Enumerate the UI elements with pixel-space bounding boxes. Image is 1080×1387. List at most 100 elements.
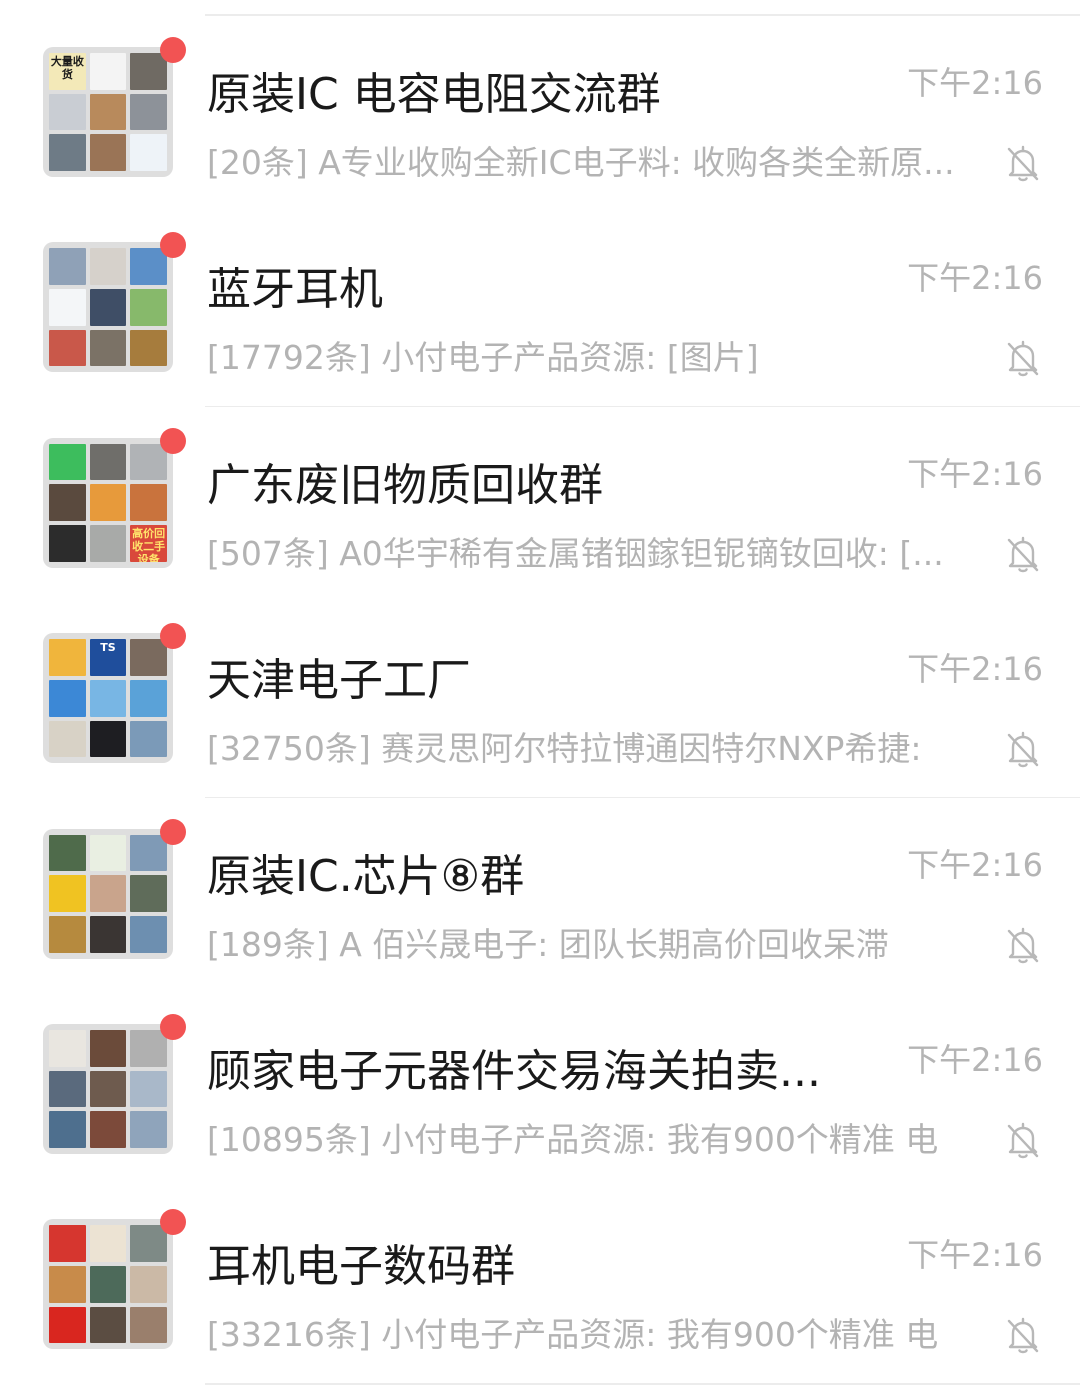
chat-list: 大量收货 原装IC 电容电阻交流群 下午2:16 [20条] A专业收购全新IC… (0, 0, 1080, 1387)
chat-list-item[interactable]: 大量收货 原装IC 电容电阻交流群 下午2:16 [20条] A专业收购全新IC… (0, 16, 1080, 213)
avatar-tile (130, 53, 167, 90)
bell-off-icon (1003, 1120, 1043, 1160)
avatar-tile (49, 525, 86, 562)
group-avatar[interactable]: 大量收货 (43, 37, 186, 177)
avatar-tile (49, 639, 86, 676)
avatar-tile (49, 1306, 86, 1344)
chat-preview: [10895条] 小付电子产品资源: 我有900个精准 电 (207, 1120, 939, 1159)
avatar-tile (49, 875, 86, 912)
unread-dot (160, 818, 186, 845)
avatar-tile (89, 1266, 127, 1303)
avatar-tile (130, 1306, 167, 1344)
avatar-tile (130, 484, 167, 522)
group-avatar-grid: 大量收货 (43, 47, 173, 177)
group-avatar-grid: TS (43, 633, 173, 764)
avatar-tile (49, 484, 86, 522)
chat-time: 下午2:16 (907, 845, 1043, 884)
avatar-tile-label: 大量收货 (50, 55, 84, 81)
group-avatar-grid (43, 828, 173, 959)
unread-dot (160, 232, 186, 259)
avatar-tile (130, 134, 167, 171)
avatar-tile (130, 1266, 167, 1303)
avatar-tile (49, 679, 86, 717)
avatar-tile (130, 329, 167, 367)
chat-list-item[interactable]: 蓝牙耳机 下午2:16 [17792条] 小付电子产品资源: [图片] (0, 211, 1080, 409)
avatar-tile (49, 443, 86, 481)
chat-preview: [189条] A 佰兴晟电子: 团队长期高价回收呆滞 (207, 924, 889, 964)
avatar-tile (89, 248, 127, 286)
avatar-tile (49, 1070, 86, 1108)
chat-time: 下午2:16 (907, 650, 1043, 689)
bell-off-icon (1003, 1315, 1043, 1355)
avatar-tile (49, 1030, 86, 1067)
avatar-tile-label: TS (100, 641, 116, 655)
avatar-tile (89, 1111, 127, 1148)
avatar-tile (89, 443, 127, 481)
chat-preview: [507条] A0华宇稀有金属锗铟鎵钽铌镝钕回收: [... (207, 533, 944, 573)
avatar-tile (130, 915, 167, 953)
avatar-tile (89, 53, 127, 90)
chat-name: 蓝牙耳机 (207, 264, 383, 316)
unread-dot (160, 623, 186, 650)
avatar-tile (130, 875, 167, 912)
chat-name: 耳机电子数码群 (207, 1241, 515, 1293)
avatar-tile (89, 525, 127, 562)
chat-list-item[interactable]: 原装IC.芯片⑧群 下午2:16 [189条] A 佰兴晟电子: 团队长期高价回… (0, 797, 1080, 995)
group-avatar-grid (43, 1219, 173, 1350)
avatar-tile: 大量收货 (49, 53, 86, 90)
avatar-tile (89, 289, 127, 326)
avatar-tile (89, 1225, 127, 1263)
avatar-tile: TS (89, 639, 127, 676)
avatar-tile-label: 高价回收二手设备 (132, 527, 166, 562)
group-avatar[interactable] (43, 1209, 186, 1350)
avatar-tile (130, 248, 167, 286)
avatar-tile (49, 915, 86, 953)
chat-preview: [32750条] 赛灵思阿尔特拉博通因特尔NXP希捷: (207, 729, 922, 769)
group-avatar[interactable] (43, 232, 186, 373)
avatar-tile (130, 639, 167, 676)
avatar-tile (89, 1306, 127, 1344)
bell-off-icon (1003, 729, 1043, 769)
bell-off-icon (1003, 338, 1043, 378)
avatar-tile (130, 443, 167, 481)
chat-name: 原装IC.芯片⑧群 (207, 850, 525, 902)
avatar-tile (89, 93, 127, 131)
group-avatar[interactable]: TS (43, 623, 186, 764)
avatar-tile (89, 484, 127, 522)
avatar-tile (130, 720, 167, 758)
group-avatar[interactable] (43, 818, 186, 959)
chat-list-item[interactable]: 耳机电子数码群 下午2:16 [33216条] 小付电子产品资源: 我有900个… (0, 1188, 1080, 1386)
unread-dot (160, 1014, 186, 1040)
avatar-tile (130, 1030, 167, 1067)
avatar-tile (130, 1225, 167, 1263)
group-avatar[interactable] (43, 1014, 186, 1154)
chat-time: 下午2:16 (907, 1041, 1043, 1079)
chat-time: 下午2:16 (907, 454, 1043, 493)
avatar-tile (89, 1030, 127, 1067)
avatar-tile: 高价回收二手设备 (130, 525, 167, 562)
avatar-tile (130, 1070, 167, 1108)
chat-list-item[interactable]: 高价回收二手设备 广东废旧物质回收群 下午2:16 [507条] A0华宇稀有金… (0, 406, 1080, 604)
avatar-tile (130, 1111, 167, 1148)
avatar-tile (49, 93, 86, 131)
group-avatar-grid: 高价回收二手设备 (43, 437, 173, 568)
bell-off-icon (1003, 143, 1043, 183)
avatar-tile (89, 134, 127, 171)
chat-time: 下午2:16 (907, 64, 1043, 102)
avatar-tile (49, 289, 86, 326)
avatar-tile (89, 329, 127, 367)
group-avatar-grid (43, 1024, 173, 1154)
avatar-tile (49, 1225, 86, 1263)
avatar-tile (49, 248, 86, 286)
chat-list-item[interactable]: TS 天津电子工厂 下午2:16 [32750条] 赛灵思阿尔特拉博通因特尔NX… (0, 602, 1080, 800)
group-avatar[interactable]: 高价回收二手设备 (43, 427, 186, 568)
chat-list-item[interactable]: 顾家电子元器件交易海关拍卖... 下午2:16 [10895条] 小付电子产品资… (0, 993, 1080, 1190)
chat-name: 顾家电子元器件交易海关拍卖... (207, 1046, 821, 1097)
avatar-tile (89, 1070, 127, 1108)
avatar-tile (89, 915, 127, 953)
avatar-tile (130, 834, 167, 872)
avatar-tile (49, 834, 86, 872)
avatar-tile (130, 289, 167, 326)
avatar-tile (130, 93, 167, 131)
unread-dot (160, 1209, 186, 1236)
